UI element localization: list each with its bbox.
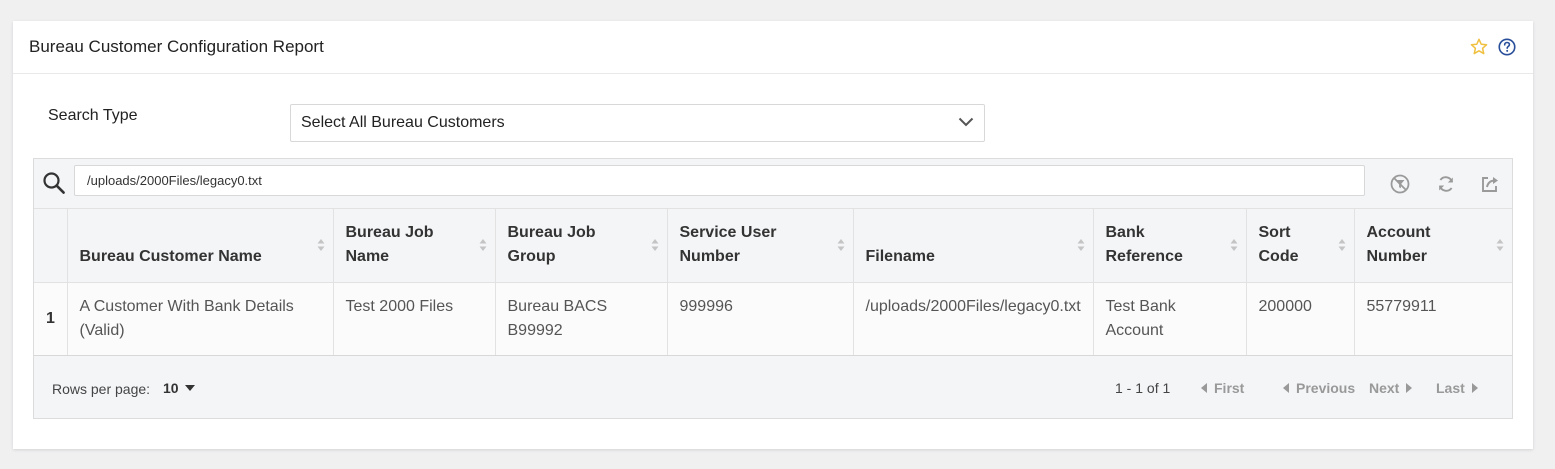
next-page-button[interactable]: Next	[1369, 380, 1413, 396]
column-header[interactable]: Account Number	[1354, 209, 1512, 283]
column-header[interactable]: Bureau Job Name	[333, 209, 496, 283]
results-table: Bureau Customer Name Bureau Job Name Bur…	[34, 209, 1512, 356]
grid-search-input[interactable]	[74, 165, 1365, 196]
grid-toolbar	[34, 159, 1512, 209]
column-header[interactable]: Bureau Job Group	[495, 209, 668, 283]
search-type-value: Select All Bureau Customers	[301, 114, 505, 131]
table-cell: A Customer With Bank Details (Valid)	[67, 282, 334, 356]
last-page-button[interactable]: Last	[1436, 380, 1478, 396]
row-index: 1	[34, 282, 68, 356]
page-range: 1 - 1 of 1	[1115, 379, 1171, 396]
table-header-row: Bureau Customer Name Bureau Job Name Bur…	[34, 209, 1512, 283]
column-header[interactable]: Filename	[853, 209, 1094, 283]
help-icon[interactable]	[1497, 37, 1517, 57]
search-type-row: Search Type Select All Bureau Customers	[13, 104, 1533, 142]
sort-icon	[837, 239, 844, 251]
chevron-right-icon	[1406, 382, 1413, 393]
sort-icon	[1338, 239, 1345, 251]
refresh-icon[interactable]	[1435, 173, 1457, 195]
index-column-header	[34, 209, 68, 283]
table-cell: Test 2000 Files	[333, 282, 496, 356]
search-type-label: Search Type	[48, 107, 138, 124]
grid-footer: Rows per page: 10 1 - 1 of 1 First Previ…	[34, 356, 1512, 419]
column-header[interactable]: Bureau Customer Name	[67, 209, 334, 283]
chevron-left-icon	[1201, 382, 1207, 393]
sort-icon	[1496, 239, 1504, 251]
chevron-down-icon	[958, 114, 974, 132]
column-header[interactable]: Service User Number	[667, 209, 854, 283]
sort-icon	[479, 239, 486, 251]
page-title: Bureau Customer Configuration Report	[29, 37, 324, 56]
table-cell: Test Bank Account	[1093, 282, 1247, 356]
results-grid: Bureau Customer Name Bureau Job Name Bur…	[33, 158, 1513, 419]
rows-per-page-label: Rows per page:	[52, 380, 151, 397]
report-card: Bureau Customer Configuration Report Sea…	[13, 21, 1533, 449]
table-cell: 999996	[667, 282, 854, 356]
caret-down-icon	[184, 384, 195, 391]
column-header[interactable]: Bank Reference	[1093, 209, 1247, 283]
search-icon	[42, 171, 66, 195]
sort-icon	[1230, 239, 1237, 251]
first-page-button[interactable]: First	[1201, 380, 1244, 396]
table-row[interactable]: 1 A Customer With Bank Details (Valid) T…	[34, 282, 1512, 356]
previous-page-button[interactable]: Previous	[1283, 380, 1355, 396]
rows-per-page-select[interactable]: 10	[163, 380, 195, 396]
sort-icon	[651, 239, 658, 251]
sort-icon	[1077, 239, 1084, 251]
table-cell: Bureau BACS B99992	[495, 282, 668, 356]
column-header[interactable]: Sort Code	[1246, 209, 1355, 283]
table-cell: 200000	[1246, 282, 1355, 356]
chevron-right-icon	[1471, 382, 1478, 393]
chevron-left-icon	[1283, 382, 1289, 393]
clear-filter-icon[interactable]	[1389, 173, 1411, 195]
table-cell: 55779911	[1354, 282, 1512, 356]
sort-icon	[317, 239, 324, 251]
card-header: Bureau Customer Configuration Report	[13, 21, 1533, 74]
search-type-select[interactable]: Select All Bureau Customers	[290, 104, 985, 142]
star-icon[interactable]	[1469, 37, 1489, 57]
rows-per-page-value: 10	[163, 379, 179, 396]
table-cell: /uploads/2000Files/legacy0.txt	[853, 282, 1094, 356]
export-icon[interactable]	[1479, 173, 1501, 195]
